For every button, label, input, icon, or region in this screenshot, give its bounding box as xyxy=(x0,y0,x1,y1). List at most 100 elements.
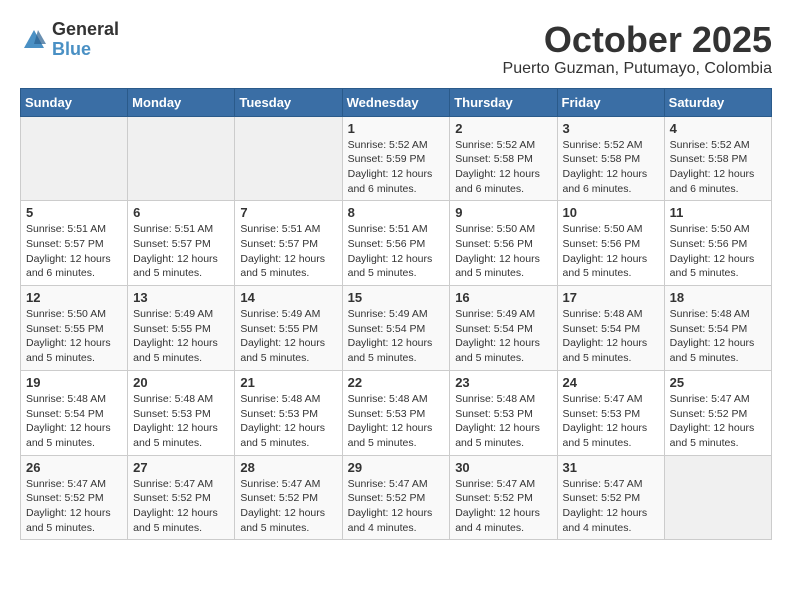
day-number: 3 xyxy=(563,121,659,136)
header: General Blue October 2025 Puerto Guzman,… xyxy=(20,20,772,78)
day-number: 13 xyxy=(133,290,229,305)
weekday-header-sunday: Sunday xyxy=(21,88,128,116)
day-info: Sunrise: 5:47 AM Sunset: 5:52 PM Dayligh… xyxy=(133,477,229,536)
day-cell: 26 Sunrise: 5:47 AM Sunset: 5:52 PM Dayli… xyxy=(21,455,128,540)
day-info: Sunrise: 5:49 AM Sunset: 5:55 PM Dayligh… xyxy=(240,307,336,366)
weekday-header-wednesday: Wednesday xyxy=(342,88,450,116)
day-number: 4 xyxy=(670,121,766,136)
day-info: Sunrise: 5:51 AM Sunset: 5:57 PM Dayligh… xyxy=(26,222,122,281)
day-number: 20 xyxy=(133,375,229,390)
day-cell: 24 Sunrise: 5:47 AM Sunset: 5:53 PM Dayli… xyxy=(557,370,664,455)
day-number: 23 xyxy=(455,375,551,390)
weekday-header-row: SundayMondayTuesdayWednesdayThursdayFrid… xyxy=(21,88,772,116)
day-info: Sunrise: 5:49 AM Sunset: 5:54 PM Dayligh… xyxy=(455,307,551,366)
day-info: Sunrise: 5:48 AM Sunset: 5:53 PM Dayligh… xyxy=(348,392,445,451)
day-info: Sunrise: 5:51 AM Sunset: 5:57 PM Dayligh… xyxy=(133,222,229,281)
day-number: 15 xyxy=(348,290,445,305)
day-cell xyxy=(664,455,771,540)
day-number: 2 xyxy=(455,121,551,136)
day-info: Sunrise: 5:47 AM Sunset: 5:52 PM Dayligh… xyxy=(455,477,551,536)
day-number: 5 xyxy=(26,205,122,220)
weekday-header-friday: Friday xyxy=(557,88,664,116)
day-cell xyxy=(128,116,235,201)
day-number: 8 xyxy=(348,205,445,220)
day-cell: 30 Sunrise: 5:47 AM Sunset: 5:52 PM Dayli… xyxy=(450,455,557,540)
week-row-3: 12 Sunrise: 5:50 AM Sunset: 5:55 PM Dayli… xyxy=(21,286,772,371)
day-cell: 11 Sunrise: 5:50 AM Sunset: 5:56 PM Dayli… xyxy=(664,201,771,286)
logo: General Blue xyxy=(20,20,119,60)
day-cell: 18Sunrise: 5:48 AM Sunset: 5:54 PM Dayli… xyxy=(664,286,771,371)
day-number: 7 xyxy=(240,205,336,220)
day-info: Sunrise: 5:47 AM Sunset: 5:52 PM Dayligh… xyxy=(670,392,766,451)
day-info: Sunrise: 5:51 AM Sunset: 5:57 PM Dayligh… xyxy=(240,222,336,281)
day-info: Sunrise: 5:52 AM Sunset: 5:58 PM Dayligh… xyxy=(670,138,766,197)
day-cell: 5 Sunrise: 5:51 AM Sunset: 5:57 PM Daylig… xyxy=(21,201,128,286)
day-cell: 8 Sunrise: 5:51 AM Sunset: 5:56 PM Daylig… xyxy=(342,201,450,286)
week-row-4: 19Sunrise: 5:48 AM Sunset: 5:54 PM Dayli… xyxy=(21,370,772,455)
day-cell xyxy=(235,116,342,201)
day-number: 9 xyxy=(455,205,551,220)
day-info: Sunrise: 5:47 AM Sunset: 5:52 PM Dayligh… xyxy=(348,477,445,536)
day-info: Sunrise: 5:49 AM Sunset: 5:54 PM Dayligh… xyxy=(348,307,445,366)
day-cell: 6Sunrise: 5:51 AM Sunset: 5:57 PM Daylig… xyxy=(128,201,235,286)
day-info: Sunrise: 5:48 AM Sunset: 5:54 PM Dayligh… xyxy=(563,307,659,366)
day-cell: 10 Sunrise: 5:50 AM Sunset: 5:56 PM Dayli… xyxy=(557,201,664,286)
week-row-1: 1 Sunrise: 5:52 AM Sunset: 5:59 PM Daylig… xyxy=(21,116,772,201)
day-number: 24 xyxy=(563,375,659,390)
day-number: 10 xyxy=(563,205,659,220)
day-cell: 15 Sunrise: 5:49 AM Sunset: 5:54 PM Dayli… xyxy=(342,286,450,371)
day-info: Sunrise: 5:50 AM Sunset: 5:56 PM Dayligh… xyxy=(563,222,659,281)
week-row-2: 5 Sunrise: 5:51 AM Sunset: 5:57 PM Daylig… xyxy=(21,201,772,286)
day-info: Sunrise: 5:52 AM Sunset: 5:58 PM Dayligh… xyxy=(563,138,659,197)
day-cell: 7 Sunrise: 5:51 AM Sunset: 5:57 PM Daylig… xyxy=(235,201,342,286)
weekday-header-monday: Monday xyxy=(128,88,235,116)
day-info: Sunrise: 5:50 AM Sunset: 5:55 PM Dayligh… xyxy=(26,307,122,366)
day-cell: 22 Sunrise: 5:48 AM Sunset: 5:53 PM Dayli… xyxy=(342,370,450,455)
day-number: 1 xyxy=(348,121,445,136)
weekday-header-tuesday: Tuesday xyxy=(235,88,342,116)
day-info: Sunrise: 5:52 AM Sunset: 5:58 PM Dayligh… xyxy=(455,138,551,197)
calendar: SundayMondayTuesdayWednesdayThursdayFrid… xyxy=(20,88,772,541)
day-cell: 3 Sunrise: 5:52 AM Sunset: 5:58 PM Daylig… xyxy=(557,116,664,201)
title-area: October 2025 Puerto Guzman, Putumayo, Co… xyxy=(503,20,772,78)
day-cell: 4 Sunrise: 5:52 AM Sunset: 5:58 PM Daylig… xyxy=(664,116,771,201)
day-cell: 19Sunrise: 5:48 AM Sunset: 5:54 PM Dayli… xyxy=(21,370,128,455)
day-number: 12 xyxy=(26,290,122,305)
day-info: Sunrise: 5:47 AM Sunset: 5:53 PM Dayligh… xyxy=(563,392,659,451)
logo-text-general: General xyxy=(52,19,119,39)
day-number: 29 xyxy=(348,460,445,475)
day-number: 16 xyxy=(455,290,551,305)
day-cell: 27Sunrise: 5:47 AM Sunset: 5:52 PM Dayli… xyxy=(128,455,235,540)
day-cell: 17 Sunrise: 5:48 AM Sunset: 5:54 PM Dayli… xyxy=(557,286,664,371)
day-info: Sunrise: 5:52 AM Sunset: 5:59 PM Dayligh… xyxy=(348,138,445,197)
day-number: 21 xyxy=(240,375,336,390)
month-title: October 2025 xyxy=(503,20,772,60)
day-number: 25 xyxy=(670,375,766,390)
day-number: 30 xyxy=(455,460,551,475)
day-number: 26 xyxy=(26,460,122,475)
day-cell: 14Sunrise: 5:49 AM Sunset: 5:55 PM Dayli… xyxy=(235,286,342,371)
day-cell: 16 Sunrise: 5:49 AM Sunset: 5:54 PM Dayli… xyxy=(450,286,557,371)
day-cell: 21Sunrise: 5:48 AM Sunset: 5:53 PM Dayli… xyxy=(235,370,342,455)
weekday-header-thursday: Thursday xyxy=(450,88,557,116)
day-number: 17 xyxy=(563,290,659,305)
day-info: Sunrise: 5:47 AM Sunset: 5:52 PM Dayligh… xyxy=(26,477,122,536)
day-cell: 20 Sunrise: 5:48 AM Sunset: 5:53 PM Dayli… xyxy=(128,370,235,455)
weekday-header-saturday: Saturday xyxy=(664,88,771,116)
logo-icon xyxy=(20,26,48,54)
day-cell: 12 Sunrise: 5:50 AM Sunset: 5:55 PM Dayli… xyxy=(21,286,128,371)
day-cell: 23Sunrise: 5:48 AM Sunset: 5:53 PM Dayli… xyxy=(450,370,557,455)
day-cell: 25 Sunrise: 5:47 AM Sunset: 5:52 PM Dayli… xyxy=(664,370,771,455)
day-cell: 29 Sunrise: 5:47 AM Sunset: 5:52 PM Dayli… xyxy=(342,455,450,540)
day-info: Sunrise: 5:50 AM Sunset: 5:56 PM Dayligh… xyxy=(455,222,551,281)
day-info: Sunrise: 5:48 AM Sunset: 5:53 PM Dayligh… xyxy=(133,392,229,451)
day-number: 11 xyxy=(670,205,766,220)
day-number: 22 xyxy=(348,375,445,390)
day-cell: 9 Sunrise: 5:50 AM Sunset: 5:56 PM Daylig… xyxy=(450,201,557,286)
day-info: Sunrise: 5:50 AM Sunset: 5:56 PM Dayligh… xyxy=(670,222,766,281)
day-number: 18 xyxy=(670,290,766,305)
day-number: 28 xyxy=(240,460,336,475)
day-cell: 13Sunrise: 5:49 AM Sunset: 5:55 PM Dayli… xyxy=(128,286,235,371)
day-cell: 28Sunrise: 5:47 AM Sunset: 5:52 PM Dayli… xyxy=(235,455,342,540)
day-info: Sunrise: 5:51 AM Sunset: 5:56 PM Dayligh… xyxy=(348,222,445,281)
